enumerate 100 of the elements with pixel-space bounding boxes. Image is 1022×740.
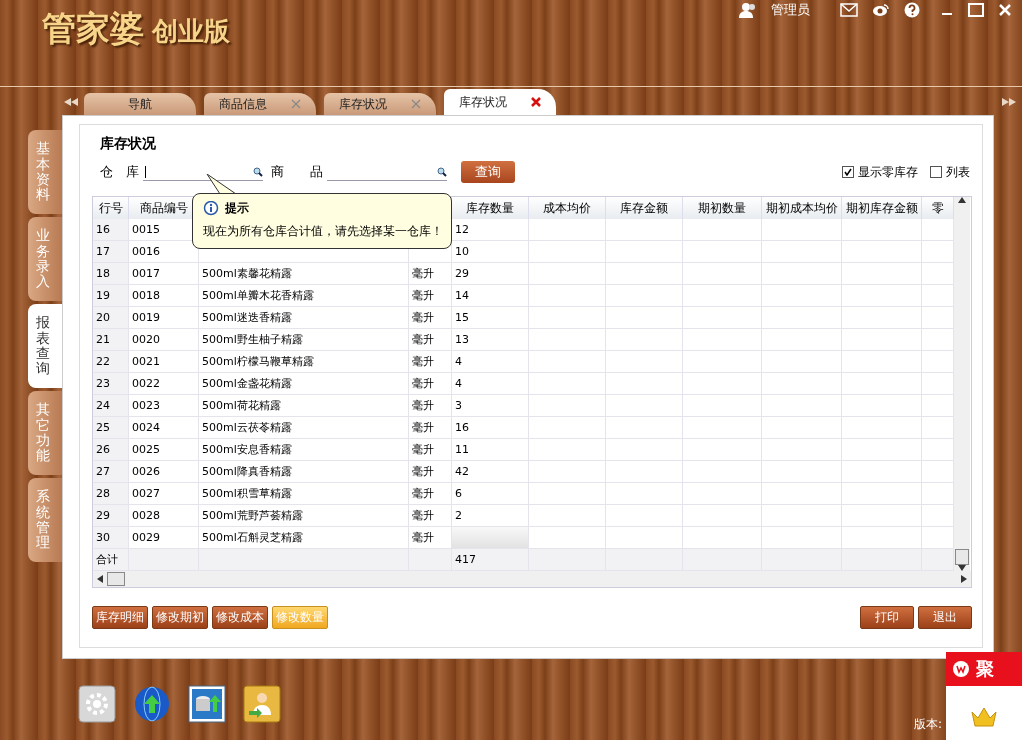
table-cell	[922, 439, 954, 461]
table-cell: 毫升	[409, 417, 452, 439]
user-name[interactable]: 管理员	[771, 1, 810, 19]
table-cell	[922, 527, 954, 549]
side-tab[interactable]: 其它功能	[28, 391, 62, 475]
checkbox-label: 列表	[946, 163, 970, 181]
table-cell: 500ml荒野芦荟精露	[199, 505, 409, 527]
globe-icon[interactable]	[133, 685, 171, 723]
info-icon[interactable]	[203, 200, 219, 217]
field-label: 商 品	[271, 163, 323, 181]
table-cell	[922, 505, 954, 527]
table-cell: 29	[452, 263, 529, 285]
close-tab-icon[interactable]	[531, 97, 541, 107]
scroll-thumb[interactable]	[107, 572, 125, 586]
action-button[interactable]: 修改成本	[212, 606, 268, 629]
mail-icon[interactable]	[840, 3, 858, 17]
table-cell: 0023	[129, 395, 199, 417]
table-cell	[922, 307, 954, 329]
tab[interactable]: 商品信息	[204, 93, 316, 115]
tabs-right-icon[interactable]	[1002, 98, 1016, 106]
table-cell: 0029	[129, 527, 199, 549]
table-cell: 500ml积雪草精露	[199, 483, 409, 505]
table-cell: 毫升	[409, 307, 452, 329]
eye-icon[interactable]	[872, 3, 890, 17]
side-tab[interactable]: 报表查询	[28, 304, 62, 388]
table-cell	[922, 395, 954, 417]
side-tab[interactable]: 系统管理	[28, 478, 62, 562]
action-button[interactable]: 库存明细	[92, 606, 148, 629]
table-cell: 23	[93, 373, 129, 395]
page-title: 库存状况	[99, 134, 157, 153]
help-icon[interactable]	[904, 2, 920, 18]
table-cell: 0027	[129, 483, 199, 505]
vertical-scrollbar[interactable]	[954, 197, 970, 571]
tab[interactable]: 库存状况	[324, 93, 436, 115]
table-cell: 毫升	[409, 263, 452, 285]
checkbox[interactable]	[930, 166, 942, 178]
table-cell: 毫升	[409, 527, 452, 549]
table-cell	[922, 219, 954, 241]
checkbox-label: 显示零库存	[858, 163, 918, 181]
table-cell: 0021	[129, 351, 199, 373]
ad-title: 聚	[976, 657, 994, 681]
tabs-left-icon[interactable]	[64, 98, 78, 106]
horizontal-scrollbar[interactable]	[93, 571, 971, 587]
close-icon[interactable]	[998, 3, 1012, 17]
search-icon[interactable]	[437, 166, 447, 177]
table-cell: 合计	[93, 549, 129, 571]
table-cell: 29	[93, 505, 129, 527]
table-cell: 500ml野生柚子精露	[199, 329, 409, 351]
table-cell: 0022	[129, 373, 199, 395]
table-cell: 毫升	[409, 285, 452, 307]
table-cell: 19	[93, 285, 129, 307]
table-cell: 毫升	[409, 439, 452, 461]
table-cell	[922, 241, 954, 263]
table-cell: 毫升	[409, 505, 452, 527]
database-upload-icon[interactable]	[188, 685, 226, 723]
field-label: 仓 库	[100, 163, 139, 181]
table-cell: 6	[452, 483, 529, 505]
scroll-up-icon[interactable]	[958, 197, 966, 203]
table-cell: 30	[93, 527, 129, 549]
table-cell: 毫升	[409, 329, 452, 351]
side-tab[interactable]: 基本资料	[28, 130, 62, 214]
table-cell: 500ml降真香精露	[199, 461, 409, 483]
tab[interactable]: 库存状况	[444, 89, 556, 115]
table-cell: 21	[93, 329, 129, 351]
table-cell	[922, 417, 954, 439]
table-cell: 500ml金盏花精露	[199, 373, 409, 395]
table-cell: 16	[452, 417, 529, 439]
search-icon[interactable]	[253, 166, 263, 177]
gear-icon[interactable]	[78, 685, 116, 723]
table-cell: 2	[452, 505, 529, 527]
table-cell	[922, 329, 954, 351]
shield-icon[interactable]	[952, 660, 970, 678]
side-tab[interactable]: 业务录入	[28, 217, 62, 301]
table-cell: 毫升	[409, 351, 452, 373]
action-button[interactable]: 打印	[860, 606, 914, 629]
column-header: 库存数量	[452, 197, 529, 219]
table-cell	[922, 461, 954, 483]
scroll-right-icon[interactable]	[961, 575, 967, 583]
maximize-icon[interactable]	[968, 3, 984, 17]
tab[interactable]: 导航	[84, 93, 196, 115]
user-transfer-icon[interactable]	[243, 685, 281, 723]
table-cell: 毫升	[409, 461, 452, 483]
table-cell: 27	[93, 461, 129, 483]
table-cell: 0024	[129, 417, 199, 439]
table-cell: 14	[452, 285, 529, 307]
table-cell: 0020	[129, 329, 199, 351]
table-cell: 0025	[129, 439, 199, 461]
action-button[interactable]: 修改期初	[152, 606, 208, 629]
query-button[interactable]: 查询	[461, 161, 515, 183]
scroll-thumb[interactable]	[955, 549, 969, 565]
table-cell: 毫升	[409, 373, 452, 395]
checkbox[interactable]	[842, 166, 854, 178]
table-cell: 0028	[129, 505, 199, 527]
action-button[interactable]: 退出	[918, 606, 972, 629]
scroll-left-icon[interactable]	[97, 575, 103, 583]
user-icon[interactable]	[739, 2, 757, 18]
table-cell	[922, 549, 954, 571]
table-cell: 11	[452, 439, 529, 461]
table-cell	[409, 549, 452, 571]
table-cell	[922, 285, 954, 307]
